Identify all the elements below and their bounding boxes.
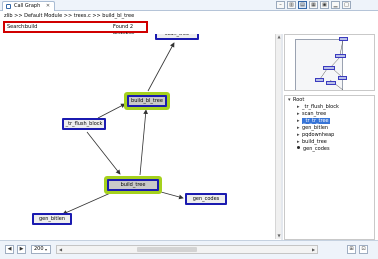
tree-root-label: Root xyxy=(293,97,305,103)
edge-tr-flush-block-build-tree xyxy=(86,131,121,175)
search-bar: Search: Found 2 matches xyxy=(3,21,148,38)
graph-node-gen-codes[interactable]: gen_codes xyxy=(185,193,227,205)
edge-build-tree-gen-codes xyxy=(160,191,184,200)
edge-build-bl-tree-scan-tree xyxy=(147,42,175,92)
graph-node-build-bl-tree[interactable]: build_bl_tree xyxy=(127,95,167,107)
tree-item-gen-bitlen[interactable]: ▸ gen_bitlen xyxy=(297,125,328,132)
view-toolbar: – ▥ ▤ ▦ ▣ ▁ □ xyxy=(276,1,351,10)
zoom-fit-button[interactable]: ⊡ xyxy=(359,245,368,254)
scroll-left-icon[interactable]: ◀ xyxy=(57,246,64,253)
minimap-node xyxy=(339,37,348,41)
breadcrumb: zlib >> Default Module >> trees.c >> bui… xyxy=(4,13,135,19)
view-mode-button-1[interactable]: ▥ xyxy=(287,1,296,9)
minimap-node xyxy=(338,76,347,80)
back-button[interactable]: ◀ xyxy=(5,245,14,254)
tree-item-label: gen_codes xyxy=(303,146,330,152)
call-graph-icon xyxy=(6,4,11,9)
graph-overview-minimap[interactable] xyxy=(284,34,375,91)
view-mode-button-2[interactable]: ▤ xyxy=(298,1,307,9)
canvas-horizontal-scrollbar[interactable]: ◀ ▶ xyxy=(56,245,318,254)
tree-item-pqdownheap[interactable]: ▸ pqdownheap xyxy=(297,132,334,139)
panel-splitter[interactable] xyxy=(281,34,283,256)
chevron-down-icon[interactable]: ▾ xyxy=(45,246,50,253)
minimap-node xyxy=(335,54,346,58)
tree-item-label: pqdownheap xyxy=(302,132,335,138)
arrow-left-icon: ◀ xyxy=(7,246,12,252)
view-mode-button-3[interactable]: ▦ xyxy=(309,1,318,9)
minimap-node xyxy=(315,78,324,82)
tree-item-label: _tr_tr_tree xyxy=(302,118,330,124)
tree-item-build-tree[interactable]: ▸ build_tree xyxy=(297,139,327,146)
edge-tr-flush-block-build-bl-tree xyxy=(97,103,126,119)
edge-build-tree-gen-bitlen xyxy=(62,190,116,215)
tab-call-graph[interactable]: Call Graph ✕ xyxy=(2,1,56,11)
tree-root[interactable]: ▾ Root xyxy=(288,97,304,104)
function-outline-tree: ▾ Root ▸ _tr_flush_block ▸ scan_tree ▸ _tr_t… xyxy=(284,95,375,240)
zoom-in-button[interactable]: ⊞ xyxy=(347,245,356,254)
zoom-fit-icon: ⊡ xyxy=(361,246,366,252)
view-tab-bar: Call Graph ✕ – ▥ ▤ ▦ ▣ ▁ □ xyxy=(0,0,378,11)
scrollbar-thumb[interactable] xyxy=(137,247,197,252)
graph-node-tr-flush-block[interactable]: _tr_flush_block xyxy=(62,118,106,130)
maximize-button[interactable]: □ xyxy=(342,1,351,9)
tree-item-scan-tree[interactable]: ▸ scan_tree xyxy=(297,111,326,118)
close-icon[interactable]: ✕ xyxy=(46,3,50,9)
arrow-right-icon: ▶ xyxy=(19,246,24,252)
minimize-button[interactable]: ▁ xyxy=(331,1,340,9)
tree-item-tr-tr-tree[interactable]: ▸ _tr_tr_tree xyxy=(297,118,330,125)
tree-item-gen-codes[interactable]: gen_codes xyxy=(297,146,330,153)
graph-edges xyxy=(62,42,184,215)
search-label: Search: xyxy=(7,24,26,30)
forward-button[interactable]: ▶ xyxy=(17,245,26,254)
view-mode-button-4[interactable]: ▣ xyxy=(320,1,329,9)
scroll-right-icon[interactable]: ▶ xyxy=(310,246,317,253)
graph-node-scan-tree[interactable]: scan_tree xyxy=(155,34,199,40)
edge-build-tree-build-bl-tree xyxy=(139,109,149,176)
zoom-in-icon: ⊞ xyxy=(349,246,354,252)
leaf-icon xyxy=(297,146,300,149)
tree-item-label: scan_tree xyxy=(302,111,327,117)
minimap-node xyxy=(326,81,336,85)
tree-item-tr-flush-block[interactable]: ▸ _tr_flush_block xyxy=(297,104,339,111)
tree-item-label: _tr_flush_block xyxy=(302,104,339,110)
minimap-node xyxy=(323,66,335,70)
tree-item-label: gen_bitlen xyxy=(302,125,329,131)
tree-item-label: build_tree xyxy=(302,139,327,145)
collapse-button[interactable]: – xyxy=(276,1,285,9)
graph-node-gen-bitlen[interactable]: gen_bitlen xyxy=(32,213,72,225)
search-input[interactable] xyxy=(25,24,109,30)
tab-title: Call Graph xyxy=(14,3,41,9)
call-graph-canvas[interactable]: scan_tree build_bl_tree _tr_flush_block … xyxy=(3,34,275,239)
graph-node-build-tree[interactable]: build_tree xyxy=(107,179,159,191)
bottom-toolbar: ◀ ▶ 200 ▾ ◀ ▶ ⊞ ⊡ xyxy=(0,240,378,259)
